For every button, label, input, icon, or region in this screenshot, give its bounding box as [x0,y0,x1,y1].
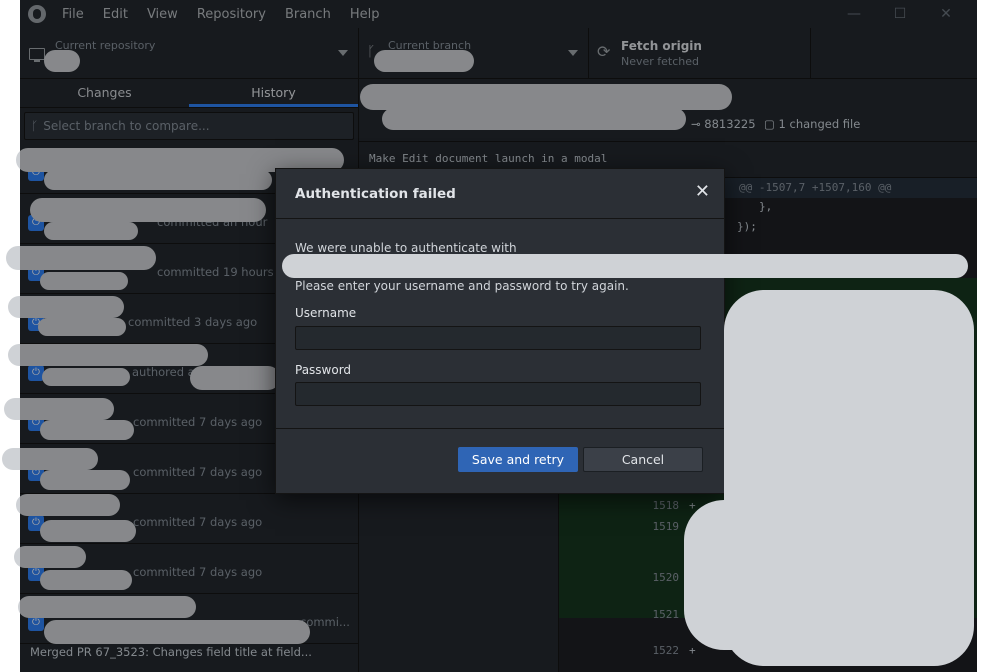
save-and-retry-button[interactable]: Save and retry [458,447,578,472]
cancel-button[interactable]: Cancel [583,447,703,472]
password-field[interactable] [295,382,701,406]
dialog-header: Authentication failed ✕ [276,169,724,219]
authentication-failed-dialog: Authentication failed ✕ We were unable t… [275,168,725,494]
username-field[interactable] [295,326,701,350]
password-label: Password [295,363,352,377]
dialog-title: Authentication failed [295,186,456,202]
redaction-mark [684,500,804,650]
dialog-body: We were unable to authenticate with Plea… [276,219,724,429]
auth-instructions: Please enter your username and password … [295,279,629,293]
close-icon[interactable]: ✕ [695,183,710,201]
redaction-mark [282,254,968,278]
auth-error-message: We were unable to authenticate with [295,241,517,255]
username-label: Username [295,306,357,320]
